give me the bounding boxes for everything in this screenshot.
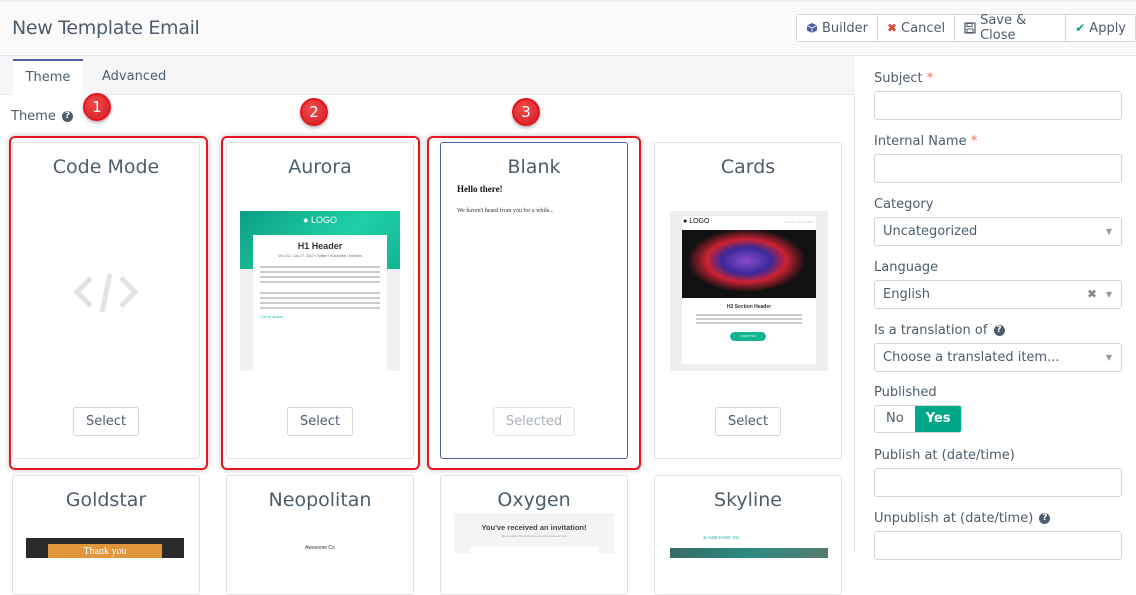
internal-name-label: Internal Name * xyxy=(874,134,978,149)
oxygen-sub: @username has invited you to join Awesom… xyxy=(501,534,567,538)
aurora-preview: ● LOGO H1 Header Vol 2.11 • Oct 27, 2017… xyxy=(240,211,400,371)
annotation-badge-1: 1 xyxy=(83,93,111,121)
cube-icon xyxy=(806,22,818,34)
neopolitan-preview: Awesome Co xyxy=(305,545,335,551)
properties-sidebar: Subject * Internal Name * Category Uncat… xyxy=(856,56,1136,560)
save-icon xyxy=(964,22,976,34)
theme-label-text: Theme xyxy=(11,109,56,124)
translation-select[interactable]: Choose a translated item... ▼ xyxy=(874,343,1122,372)
tab-bar: Theme Advanced xyxy=(0,56,855,96)
publish-at-label: Publish at (date/time) xyxy=(874,448,1015,463)
goldstar-preview: Thank you xyxy=(26,538,184,558)
selected-button[interactable]: Selected xyxy=(492,407,576,436)
theme-name: Cards xyxy=(720,156,776,178)
builder-label: Builder xyxy=(822,20,868,36)
code-icon xyxy=(73,268,139,318)
annotation-badge-2: 2 xyxy=(300,98,328,126)
published-no[interactable]: No xyxy=(875,406,915,432)
cancel-label: Cancel xyxy=(901,20,946,36)
theme-name: Blank xyxy=(507,156,561,178)
published-label: Published xyxy=(874,385,937,400)
top-bar: New Template Email Builder ✖ Cancel Save… xyxy=(0,0,1136,56)
help-icon[interactable]: ? xyxy=(993,325,1005,336)
translation-placeholder: Choose a translated item... xyxy=(883,350,1060,365)
skyline-logo: ⊛ AWESOME INC xyxy=(703,535,741,540)
language-value: English xyxy=(883,287,930,302)
cards-logo: ● LOGO xyxy=(683,218,710,225)
save-close-label: Save & Close xyxy=(980,13,1027,43)
chevron-down-icon: ▼ xyxy=(1105,290,1112,299)
builder-button[interactable]: Builder xyxy=(797,15,878,41)
select-button[interactable]: Select xyxy=(72,407,140,436)
cancel-button[interactable]: ✖ Cancel xyxy=(877,15,956,41)
aurora-logo: ● LOGO xyxy=(303,215,337,225)
select-button[interactable]: Select xyxy=(714,407,782,436)
unpublish-at-input[interactable] xyxy=(874,531,1122,560)
theme-card-oxygen[interactable]: Oxygen You've received an invitation! @u… xyxy=(440,475,628,595)
unpublish-at-label: Unpublish at (date/time) ? xyxy=(874,511,1051,526)
select-button[interactable]: Select xyxy=(286,407,354,436)
close-icon: ✖ xyxy=(886,21,898,35)
oxygen-heading: You've received an invitation! xyxy=(481,523,587,532)
publish-at-input[interactable] xyxy=(874,468,1122,497)
aurora-cta: Call to Action xyxy=(260,314,284,319)
theme-card-neopolitan[interactable]: Neopolitan Awesome Co xyxy=(226,475,414,595)
goldstar-banner: Thank you xyxy=(48,544,162,558)
cards-cta: CTA BUTTON xyxy=(730,332,766,341)
theme-name: Neopolitan xyxy=(268,489,372,511)
language-label: Language xyxy=(874,260,939,275)
blank-preview-heading: Hello there! xyxy=(457,184,503,194)
theme-name: Oxygen xyxy=(497,489,571,511)
language-select[interactable]: English ✖ ▼ xyxy=(874,280,1122,309)
clear-icon[interactable]: ✖ xyxy=(1087,281,1097,308)
save-close-button[interactable]: Save & Close xyxy=(955,13,1067,43)
aurora-header: H1 Header xyxy=(297,241,343,251)
translation-label: Is a translation of ? xyxy=(874,323,1005,338)
toolbar: Builder ✖ Cancel Save & Close ✔ Apply xyxy=(796,13,1136,43)
chevron-down-icon: ▼ xyxy=(1105,227,1112,236)
theme-name: Goldstar xyxy=(65,489,147,511)
theme-card-code-mode[interactable]: Code Mode Select xyxy=(12,142,200,459)
published-toggle: No Yes xyxy=(874,405,963,433)
apply-label: Apply xyxy=(1089,20,1126,36)
blank-preview-body: We haven't heard from you for a while... xyxy=(457,208,554,214)
theme-card-aurora[interactable]: Aurora ● LOGO H1 Header Vol 2.11 • Oct 2… xyxy=(226,142,414,459)
theme-name: Code Mode xyxy=(52,156,160,178)
oxygen-preview: You've received an invitation! @username… xyxy=(454,513,614,553)
theme-name: Skyline xyxy=(714,489,782,511)
aurora-meta: Vol 2.11 • Oct 27, 2017 • Twitter / Subs… xyxy=(278,254,362,258)
check-icon: ✔ xyxy=(1075,21,1086,35)
tab-theme[interactable]: Theme xyxy=(13,59,83,96)
theme-name: Aurora xyxy=(288,156,352,178)
cards-meta: Vol 1.11 • Oct 27, 2017 xyxy=(783,220,814,224)
category-select[interactable]: Uncategorized ▼ xyxy=(874,217,1122,246)
theme-card-goldstar[interactable]: Goldstar Thank you xyxy=(12,475,200,595)
tab-advanced[interactable]: Advanced xyxy=(88,59,180,96)
theme-card-skyline[interactable]: Skyline ⊛ AWESOME INC xyxy=(654,475,842,595)
cards-header: H2 Section Header xyxy=(726,304,772,310)
theme-panel: Theme Advanced Theme ? Code Mode Select … xyxy=(0,56,855,595)
theme-card-blank[interactable]: Blank Hello there! We haven't heard from… xyxy=(440,142,628,459)
theme-card-cards[interactable]: Cards ● LOGO Vol 1.11 • Oct 27, 2017 H2 … xyxy=(654,142,842,459)
skyline-preview xyxy=(670,548,828,558)
theme-section-label: Theme ? xyxy=(11,109,73,124)
cards-preview: ● LOGO Vol 1.11 • Oct 27, 2017 H2 Sectio… xyxy=(670,211,828,371)
page-title: New Template Email xyxy=(12,17,200,39)
subject-label: Subject * xyxy=(874,71,934,86)
apply-button[interactable]: ✔ Apply xyxy=(1066,15,1135,41)
help-icon[interactable]: ? xyxy=(1039,513,1051,524)
published-yes[interactable]: Yes xyxy=(914,406,962,432)
category-label: Category xyxy=(874,197,934,212)
chevron-down-icon: ▼ xyxy=(1105,353,1112,362)
category-value: Uncategorized xyxy=(883,224,978,239)
subject-input[interactable] xyxy=(874,91,1122,120)
help-icon[interactable]: ? xyxy=(61,111,73,122)
annotation-badge-3: 3 xyxy=(512,98,540,126)
internal-name-input[interactable] xyxy=(874,154,1122,183)
